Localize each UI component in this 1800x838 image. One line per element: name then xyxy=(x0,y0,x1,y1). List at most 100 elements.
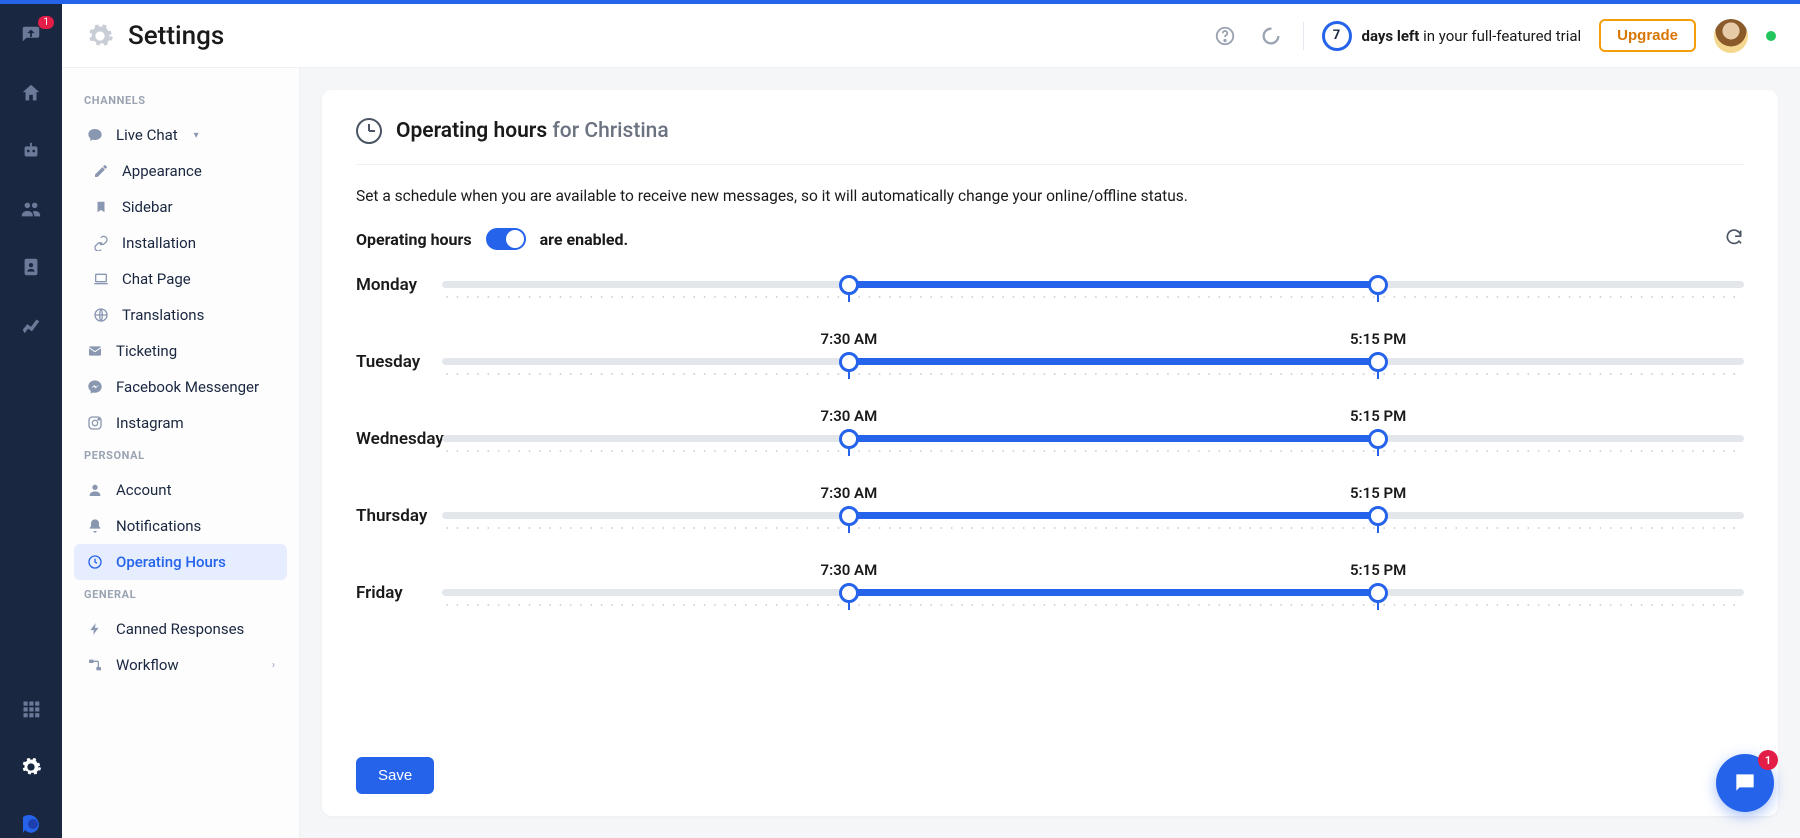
rail-apps[interactable] xyxy=(18,696,44,722)
clock-icon xyxy=(356,118,382,144)
rail-address-book[interactable] xyxy=(18,254,44,280)
home-icon xyxy=(20,82,42,104)
header: Settings 7 days left in your full-featur… xyxy=(62,4,1800,68)
chat-fab[interactable]: 1 xyxy=(1716,754,1774,812)
end-time-label: 5:15 PM xyxy=(1350,561,1406,579)
chevron-down-icon: ▾ xyxy=(194,130,199,141)
sidebar-item-appearance[interactable]: Appearance xyxy=(74,153,287,189)
divider xyxy=(1303,22,1304,50)
rail-inbox[interactable]: 1 xyxy=(18,22,44,48)
time-range-slider[interactable]: 7:30 AM5:15 PM xyxy=(442,583,1744,614)
trial-info: 7 days left in your full-featured trial xyxy=(1322,21,1582,51)
sidebar-item-instagram[interactable]: Instagram xyxy=(74,405,287,441)
start-time-label: 7:30 AM xyxy=(821,407,878,425)
schedule-row-tuesday: Tuesday7:30 AM5:15 PM xyxy=(356,352,1744,383)
schedule-row-wednesday: Wednesday7:30 AM5:15 PM xyxy=(356,429,1744,460)
rail-inbox-badge: 1 xyxy=(38,16,54,29)
sidebar-item-installation[interactable]: Installation xyxy=(74,225,287,261)
rail-home[interactable] xyxy=(18,80,44,106)
page-title: Settings xyxy=(128,21,224,51)
messenger-icon xyxy=(86,378,104,396)
schedule-row-monday: Monday7:30 AM5:15 PM xyxy=(356,275,1744,306)
sidebar-item-label: Sidebar xyxy=(122,198,173,216)
slider-ticks xyxy=(442,523,1744,537)
refresh-icon xyxy=(1724,227,1744,247)
panel-description: Set a schedule when you are available to… xyxy=(356,187,1744,205)
rail-bot[interactable] xyxy=(18,138,44,164)
mail-icon xyxy=(86,342,104,360)
rail-contacts[interactable] xyxy=(18,196,44,222)
status-indicator xyxy=(1766,31,1776,41)
chat-icon xyxy=(1732,770,1758,796)
refresh-button[interactable] xyxy=(1724,227,1744,251)
slider-ticks xyxy=(442,600,1744,614)
time-range-slider[interactable]: 7:30 AM5:15 PM xyxy=(442,275,1744,306)
trial-days-badge: 7 xyxy=(1322,21,1352,51)
sidebar-item-account[interactable]: Account xyxy=(74,472,287,508)
gear-icon xyxy=(20,756,42,778)
sidebar-item-label: Workflow xyxy=(116,656,179,674)
help-icon xyxy=(1214,25,1236,47)
enable-toggle[interactable] xyxy=(486,228,526,250)
sync-icon xyxy=(1260,25,1282,47)
instagram-icon xyxy=(86,414,104,432)
rail-settings[interactable] xyxy=(18,754,44,780)
laptop-icon xyxy=(92,270,110,288)
time-range-slider[interactable]: 7:30 AM5:15 PM xyxy=(442,352,1744,383)
time-range-slider[interactable]: 7:30 AM5:15 PM xyxy=(442,429,1744,460)
enable-state: are enabled. xyxy=(540,230,629,249)
start-time-label: 7:30 AM xyxy=(821,330,878,348)
time-range-slider[interactable]: 7:30 AM5:15 PM xyxy=(442,506,1744,537)
sidebar-heading: PERSONAL xyxy=(74,441,287,472)
avatar[interactable] xyxy=(1714,19,1748,53)
rail-brand[interactable] xyxy=(18,812,44,838)
sidebar-item-canned-responses[interactable]: Canned Responses xyxy=(74,611,287,647)
chevron-right-icon: › xyxy=(272,660,275,671)
sync-button[interactable] xyxy=(1257,22,1285,50)
save-button[interactable]: Save xyxy=(356,757,434,794)
person-icon xyxy=(86,481,104,499)
bot-icon xyxy=(20,140,42,162)
slider-ticks xyxy=(442,292,1744,306)
schedule-row-friday: Friday7:30 AM5:15 PM xyxy=(356,583,1744,614)
sidebar-item-label: Installation xyxy=(122,234,196,252)
brand-icon xyxy=(19,813,43,837)
sidebar-item-chat-page[interactable]: Chat Page xyxy=(74,261,287,297)
analytics-icon xyxy=(20,314,42,336)
rail-analytics[interactable] xyxy=(18,312,44,338)
sidebar-item-workflow[interactable]: Workflow › xyxy=(74,647,287,683)
sidebar-item-facebook-messenger[interactable]: Facebook Messenger xyxy=(74,369,287,405)
sidebar-item-label: Instagram xyxy=(116,414,184,432)
pencil-icon xyxy=(92,162,110,180)
end-time-label: 5:15 PM xyxy=(1350,330,1406,348)
panel-title-main: Operating hours xyxy=(396,119,547,143)
sidebar-item-label: Live Chat xyxy=(116,126,178,144)
bookmark-icon xyxy=(92,198,110,216)
day-label: Friday xyxy=(356,583,442,603)
trial-rest-label: in your full-featured trial xyxy=(1419,27,1581,45)
sidebar-heading: GENERAL xyxy=(74,580,287,611)
trial-days-label: days left xyxy=(1362,27,1420,45)
sidebar-item-operating-hours[interactable]: Operating Hours xyxy=(74,544,287,580)
schedule-row-thursday: Thursday7:30 AM5:15 PM xyxy=(356,506,1744,537)
sidebar-item-label: Translations xyxy=(122,306,204,324)
upgrade-button[interactable]: Upgrade xyxy=(1599,19,1696,52)
workflow-icon xyxy=(86,656,104,674)
sidebar-item-label: Facebook Messenger xyxy=(116,378,259,396)
help-button[interactable] xyxy=(1211,22,1239,50)
sidebar-item-translations[interactable]: Translations xyxy=(74,297,287,333)
sidebar-item-label: Chat Page xyxy=(122,270,191,288)
sidebar-item-label: Appearance xyxy=(122,162,202,180)
panel-title-for: for Christina xyxy=(552,119,668,143)
link-icon xyxy=(92,234,110,252)
nav-rail: 1 xyxy=(0,4,62,838)
enable-label: Operating hours xyxy=(356,230,472,249)
day-label: Thursday xyxy=(356,506,442,526)
start-time-label: 7:30 AM xyxy=(821,561,878,579)
sidebar-item-ticketing[interactable]: Ticketing xyxy=(74,333,287,369)
chat-fab-badge: 1 xyxy=(1758,750,1778,770)
sidebar-item-live-chat[interactable]: Live Chat ▾ xyxy=(74,117,287,153)
sidebar-item-sidebar[interactable]: Sidebar xyxy=(74,189,287,225)
day-label: Monday xyxy=(356,275,442,295)
sidebar-item-notifications[interactable]: Notifications xyxy=(74,508,287,544)
